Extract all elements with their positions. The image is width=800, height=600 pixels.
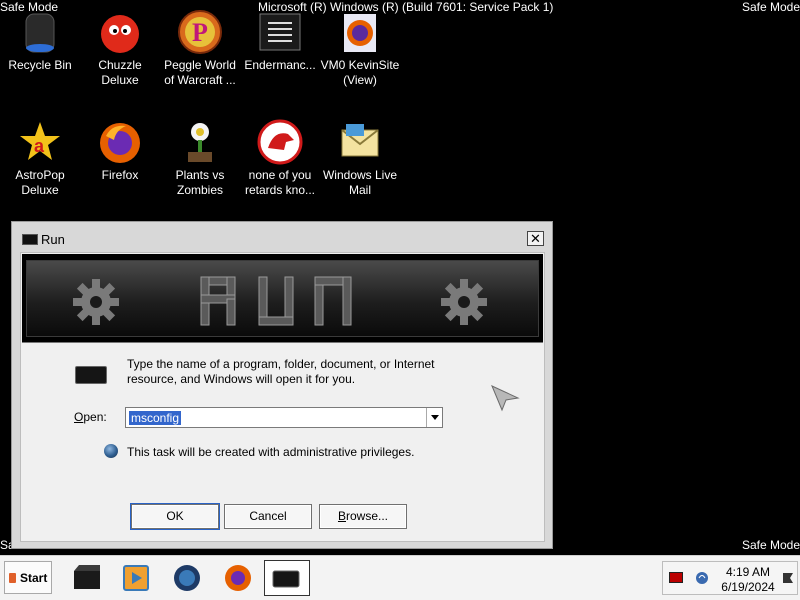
close-button[interactable]: ✕ [527,231,544,246]
clock-date: 6/19/2024 [721,580,775,594]
projector-icon [74,565,100,589]
admin-privileges-note: This task will be created with administr… [127,445,415,459]
globe-icon [174,565,200,591]
desktop-icon-recycle-bin[interactable]: Recycle Bin [0,8,80,73]
safe-mode-label-bottom-right: Safe Mode [741,538,800,552]
run-icon [272,570,300,588]
clock[interactable]: 4:19 AM 6/19/2024 [717,565,779,595]
svg-text:a: a [34,136,45,156]
desktop-icon-endermanc[interactable]: Endermanc... [240,8,320,73]
taskbar-projector-button[interactable] [66,560,108,596]
browse-button[interactable]: Browse... [319,504,407,529]
chuzzle-icon [96,8,144,56]
tray-flag-icon[interactable] [781,571,795,585]
chevron-down-icon [431,415,439,420]
gear-icon [441,279,487,325]
safe-mode-label-top-right: Safe Mode [741,0,800,14]
open-label: Open: [74,410,107,424]
taskbar-run-button[interactable] [264,560,310,596]
desktop-icon-astropop[interactable]: a AstroPop Deluxe [0,118,80,198]
taskbar: Start 4:19 AM 6/19/2024 [0,555,800,600]
red-dinosaur-icon [256,118,304,166]
open-combobox[interactable]: msconfig [125,407,443,428]
tray-alert-icon[interactable] [669,572,683,583]
svg-text:P: P [192,18,208,47]
astropop-icon: a [16,118,64,166]
desktop-icon-firefox[interactable]: Firefox [80,118,160,183]
gear-icon [73,279,119,325]
admin-shield-icon [104,444,118,458]
run-prompt-text: Type the name of a program, folder, docu… [127,357,435,386]
media-player-icon [123,565,149,591]
plants-vs-zombies-icon [176,118,224,166]
windows-live-mail-icon [336,118,384,166]
firefox-shortcut-icon [336,8,384,56]
taskbar-firefox-button[interactable] [217,560,259,596]
desktop-icon-windows-live-mail[interactable]: Windows Live Mail [320,118,400,198]
close-icon: ✕ [530,231,541,246]
start-label: Start [20,571,48,585]
open-input-selection: msconfig [129,411,182,425]
tray-network-icon[interactable] [695,571,709,585]
run-dialog-title: Run [41,232,65,247]
desktop-icon-vm0-kevinsite[interactable]: VM0 KevinSite (View) [320,8,400,88]
cancel-button[interactable]: Cancel [224,504,312,529]
desktop-icon-chuzzle[interactable]: Chuzzle Deluxe [80,8,160,88]
taskbar-media-player-button[interactable] [115,560,157,596]
firefox-icon [96,118,144,166]
desktop-icon-red-dinosaur[interactable]: none of you retards kno... [240,118,320,198]
open-dropdown-button[interactable] [426,408,442,427]
run-program-icon [75,366,107,384]
run-title-icon [22,234,38,245]
ok-button[interactable]: OK [131,504,219,529]
document-icon [256,8,304,56]
run-dialog: Run ✕ Type the name of a program, folder… [11,221,553,549]
run-banner-logo [200,276,352,326]
recycle-bin-icon [16,8,64,56]
system-tray: 4:19 AM 6/19/2024 [662,561,798,595]
desktop-icon-plants-vs-zombies[interactable]: Plants vs Zombies [160,118,240,198]
desktop-icon-peggle[interactable]: P Peggle World of Warcraft ... [160,8,240,88]
start-logo-icon [9,573,16,583]
clock-time: 4:19 AM [725,565,771,579]
run-dialog-body: Type the name of a program, folder, docu… [20,252,545,542]
mouse-cursor-icon [491,385,520,412]
firefox-icon [225,565,251,591]
start-button[interactable]: Start [4,561,52,594]
taskbar-globe-button[interactable] [166,560,208,596]
run-dialog-titlebar[interactable]: Run ✕ [20,230,544,250]
run-banner [22,254,543,343]
peggle-icon: P [176,8,224,56]
